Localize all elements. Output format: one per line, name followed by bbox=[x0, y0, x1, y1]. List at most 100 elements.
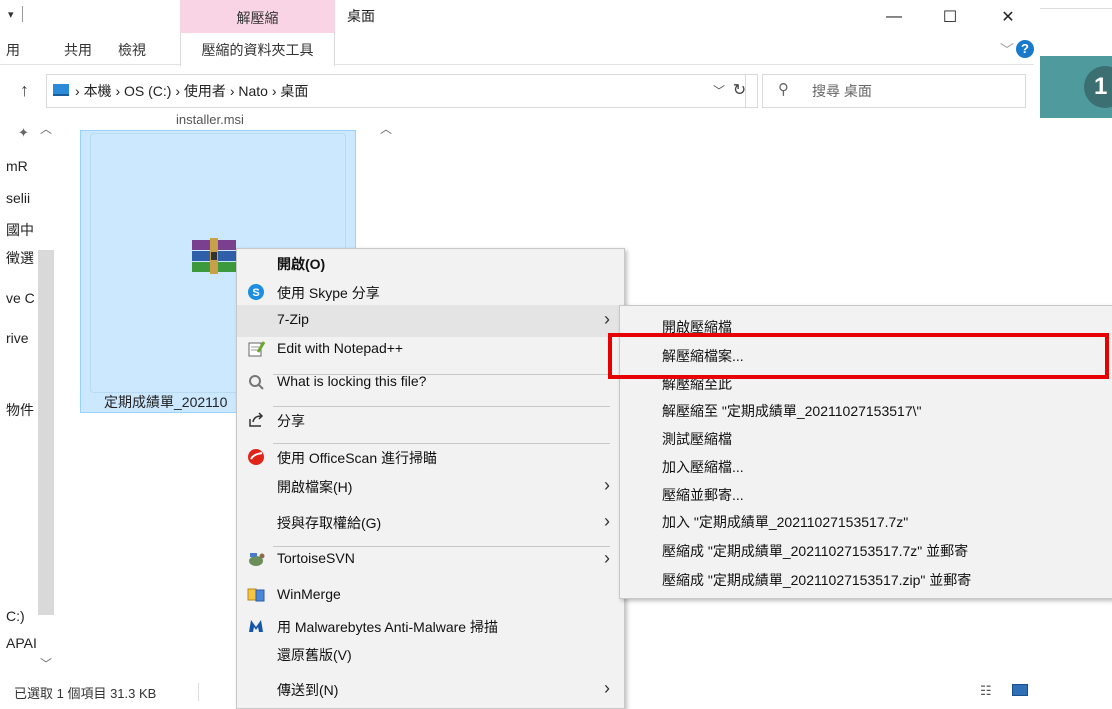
menu-item-label: 傳送到(N) bbox=[277, 682, 339, 698]
menu-item-item-5[interactable]: 分享 bbox=[237, 405, 624, 437]
large-icons-view-icon[interactable] bbox=[1012, 684, 1028, 696]
ribbon-collapse-icon[interactable]: ﹀ bbox=[1000, 40, 1014, 60]
menu-item-label: 分享 bbox=[277, 413, 305, 429]
minimize-button[interactable]: — bbox=[868, 0, 920, 33]
menu-item-label: 使用 Skype 分享 bbox=[277, 285, 380, 301]
search-icon: ⚲ bbox=[778, 81, 789, 98]
file-name[interactable]: 定期成績單_202110 bbox=[104, 392, 227, 412]
submenu-arrow-icon: › bbox=[604, 678, 610, 698]
submenu-arrow-icon: › bbox=[604, 511, 610, 531]
quick-access-dropdown-icon[interactable]: ▾ bbox=[8, 8, 14, 21]
menu-item-label: Edit with Notepad++ bbox=[277, 340, 404, 356]
scroll-down-icon[interactable]: ﹀ bbox=[40, 655, 52, 672]
nav-item[interactable]: rive bbox=[6, 330, 29, 346]
nav-item[interactable]: 物件 bbox=[6, 400, 34, 420]
menu-item-label: What is locking this file? bbox=[277, 373, 427, 389]
menu-item-o[interactable]: 開啟(O) bbox=[237, 248, 624, 280]
menu-separator bbox=[273, 443, 610, 444]
menu-item-n[interactable]: 傳送到(N) › bbox=[237, 674, 624, 706]
malwarebytes-icon bbox=[249, 620, 263, 632]
breadcrumb-item[interactable]: 使用者 bbox=[184, 83, 226, 99]
menu-item-label: 使用 OfficeScan 進行掃瞄 bbox=[277, 450, 438, 466]
search-input[interactable] bbox=[762, 74, 1026, 108]
maximize-button[interactable]: ☐ bbox=[924, 0, 976, 33]
svg-text:S: S bbox=[252, 287, 259, 299]
close-button[interactable]: ✕ bbox=[982, 0, 1034, 33]
tab-compressed-folder-tools[interactable]: 壓縮的資料夾工具 bbox=[180, 33, 335, 66]
submenu-arrow-icon: › bbox=[604, 309, 610, 329]
menu-item-h[interactable]: 開啟檔案(H) › bbox=[237, 471, 624, 503]
submenu-arrow-icon: › bbox=[604, 548, 610, 568]
nav-item[interactable]: selii bbox=[6, 190, 30, 206]
divider bbox=[198, 683, 199, 701]
breadcrumb-item[interactable]: Nato bbox=[238, 83, 268, 99]
submenu-item[interactable]: 壓縮成 "定期成績單_20211027153517.zip" 並郵寄 bbox=[662, 570, 971, 590]
nav-item[interactable]: mR bbox=[6, 158, 28, 174]
pin-icon: ✦ bbox=[18, 125, 29, 140]
menu-item-label: 還原舊版(V) bbox=[277, 647, 352, 663]
tab-home[interactable]: 用 bbox=[6, 40, 20, 60]
skype-icon: S bbox=[248, 284, 264, 300]
winrar-archive-icon bbox=[192, 238, 236, 274]
details-view-icon[interactable]: ☷ bbox=[980, 683, 992, 699]
share-icon bbox=[249, 412, 264, 427]
nav-item[interactable]: 徵選 bbox=[6, 248, 34, 268]
nav-item[interactable]: APAI bbox=[6, 635, 37, 651]
nav-scrollbar[interactable] bbox=[38, 250, 54, 615]
menu-item-what-is-locking-this-file[interactable]: What is locking this file? bbox=[237, 367, 624, 399]
scroll-up-icon[interactable]: ︿ bbox=[380, 120, 392, 137]
scroll-up-icon[interactable]: ︿ bbox=[40, 120, 52, 137]
submenu-item[interactable]: 解壓縮至 "定期成績單_20211027153517\" bbox=[662, 401, 921, 421]
menu-separator bbox=[273, 406, 610, 407]
menu-item-label: 開啟檔案(H) bbox=[277, 479, 353, 495]
tortoisesvn-icon bbox=[249, 553, 265, 566]
submenu-item[interactable]: 壓縮並郵寄... bbox=[662, 485, 744, 505]
menu-item-tortoisesvn[interactable]: TortoiseSVN › bbox=[237, 544, 624, 576]
tab-share[interactable]: 共用 bbox=[64, 40, 92, 60]
breadcrumb-item[interactable]: 桌面 bbox=[280, 83, 308, 99]
breadcrumb-separator: › bbox=[175, 83, 184, 99]
ribbon-tab-bar bbox=[0, 33, 1034, 65]
submenu-item[interactable]: 加入 "定期成績單_20211027153517.7z" bbox=[662, 512, 908, 532]
submenu-item[interactable]: 壓縮成 "定期成績單_20211027153517.7z" 並郵寄 bbox=[662, 541, 968, 561]
menu-item-winmerge[interactable]: WinMerge bbox=[237, 580, 624, 612]
window-title: 桌面 bbox=[347, 8, 375, 24]
divider bbox=[1040, 8, 1112, 9]
officescan-icon bbox=[248, 449, 264, 465]
menu-item-g[interactable]: 授與存取權給(G) › bbox=[237, 507, 624, 539]
highlight-box bbox=[608, 333, 1109, 379]
menu-item-7-zip[interactable]: 7-Zip › bbox=[237, 305, 624, 337]
menu-item-label: 用 Malwarebytes Anti-Malware 掃描 bbox=[277, 619, 498, 635]
menu-item-label: 7-Zip bbox=[277, 311, 309, 327]
menu-separator bbox=[273, 546, 610, 547]
breadcrumb-item[interactable]: OS (C:) bbox=[124, 83, 171, 99]
breadcrumb[interactable]: › 本機 › OS (C:) › 使用者 › Nato › 桌面 bbox=[75, 81, 308, 101]
winmerge-icon bbox=[247, 588, 265, 602]
notepad-plus-icon bbox=[248, 341, 265, 357]
nav-item[interactable]: 國中 bbox=[6, 220, 34, 240]
file-name-partial[interactable]: installer.msi bbox=[176, 112, 244, 127]
nav-item[interactable]: C:) bbox=[6, 608, 25, 624]
submenu-item[interactable]: 測試壓縮檔 bbox=[662, 429, 732, 449]
breadcrumb-item[interactable]: 本機 bbox=[84, 83, 112, 99]
menu-separator bbox=[273, 374, 610, 375]
menu-item-edit-with-notepad[interactable]: Edit with Notepad++ bbox=[237, 334, 624, 366]
context-tab-label: 解壓縮 bbox=[236, 10, 279, 26]
nav-item[interactable]: ve C bbox=[6, 290, 35, 306]
breadcrumb-separator: › bbox=[75, 83, 84, 99]
help-icon[interactable]: ? bbox=[1016, 40, 1034, 58]
submenu-item[interactable]: 加入壓縮檔... bbox=[662, 457, 744, 477]
tab-view[interactable]: 檢視 bbox=[118, 40, 146, 60]
menu-item-label: 開啟(O) bbox=[277, 256, 326, 272]
menu-item-label: TortoiseSVN bbox=[277, 550, 355, 566]
submenu-arrow-icon: › bbox=[604, 475, 610, 495]
menu-item-officescan[interactable]: 使用 OfficeScan 進行掃瞄 bbox=[237, 442, 624, 474]
lock-search-icon bbox=[249, 375, 264, 390]
up-arrow-icon[interactable]: ↑ bbox=[20, 80, 29, 101]
search-placeholder: 搜尋 桌面 bbox=[812, 83, 872, 99]
this-pc-icon bbox=[53, 84, 69, 96]
menu-item-label: 授與存取權給(G) bbox=[277, 515, 382, 531]
refresh-button[interactable]: ↻ bbox=[722, 74, 758, 108]
divider bbox=[22, 6, 23, 22]
menu-item-v[interactable]: 還原舊版(V) bbox=[237, 639, 624, 671]
